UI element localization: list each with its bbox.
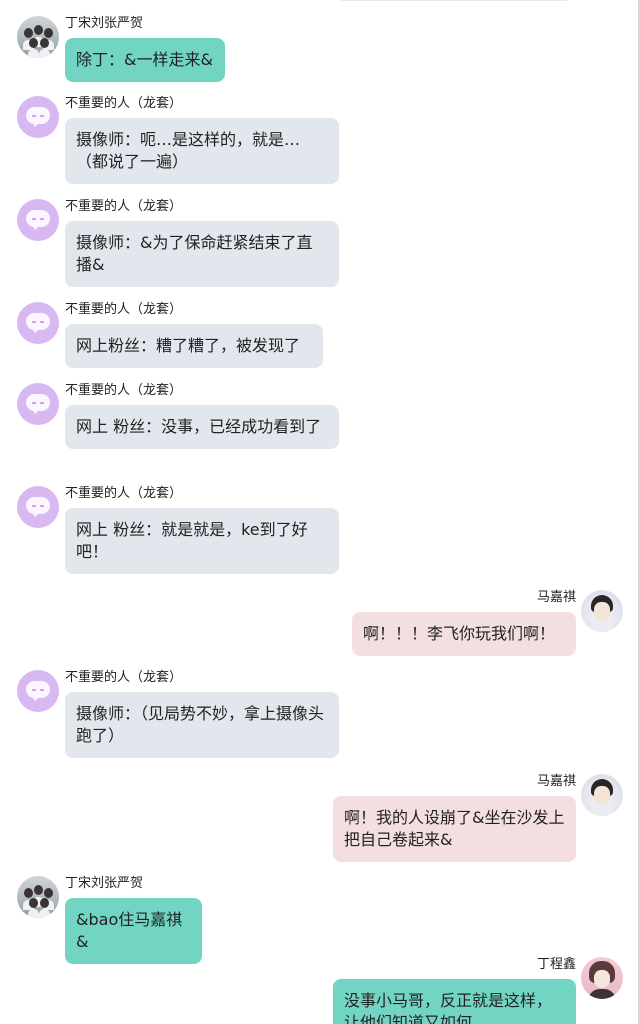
message-bubble[interactable]: 摄像师：&为了保命赶紧结束了直播& — [65, 221, 339, 287]
message-bubble[interactable]: 除丁：&一样走来& — [65, 38, 225, 82]
sender-name: 不重要的人（龙套） — [65, 199, 183, 214]
sender-name: 丁宋刘张严贺 — [65, 16, 144, 31]
message-bubble[interactable]: 啊！！！李飞你玩我们啊！ — [352, 612, 576, 656]
sender-name: 丁宋刘张严贺 — [65, 876, 144, 891]
portrait-avatar[interactable] — [581, 774, 623, 816]
message-bubble[interactable]: 网上 粉丝：没事，已经成功看到了 — [65, 405, 339, 449]
chat-window: 丁宋刘张严贺 除丁：&一样走来& 不重要的人（龙套） 摄像师：呃…是这样的，就是… — [0, 0, 640, 1024]
sender-name: 不重要的人（龙套） — [65, 96, 183, 111]
previous-message-bubble — [338, 0, 570, 1]
chat-bubble-avatar[interactable] — [17, 96, 59, 138]
group-photo-avatar[interactable] — [17, 16, 59, 58]
sender-name: 马嘉祺 — [536, 590, 576, 605]
message-bubble[interactable]: 啊！我的人设崩了&坐在沙发上把自己卷起来& — [333, 796, 576, 862]
chat-bubble-avatar[interactable] — [17, 302, 59, 344]
sender-name: 不重要的人（龙套） — [65, 486, 183, 501]
chat-bubble-avatar[interactable] — [17, 670, 59, 712]
message-bubble[interactable]: 网上 粉丝：就是就是，ke到了好吧！ — [65, 508, 339, 574]
sender-name: 不重要的人（龙套） — [65, 302, 183, 317]
message-bubble[interactable]: 摄像师：呃…是这样的，就是…（都说了一遍） — [65, 118, 339, 184]
chat-bubble-avatar[interactable] — [17, 486, 59, 528]
chat-bubble-avatar[interactable] — [17, 199, 59, 241]
message-bubble[interactable]: 网上粉丝：糟了糟了，被发现了 — [65, 324, 323, 368]
message-bubble[interactable]: &bao住马嘉祺& — [65, 898, 202, 964]
chat-bubble-avatar[interactable] — [17, 383, 59, 425]
sender-name: 马嘉祺 — [536, 774, 576, 789]
portrait-avatar[interactable] — [581, 590, 623, 632]
sender-name: 丁程鑫 — [536, 957, 576, 972]
message-bubble[interactable]: 没事小马哥，反正就是这样，让他们知道又如何 — [333, 979, 576, 1024]
message-bubble[interactable]: 摄像师：（见局势不妙，拿上摄像头跑了） — [65, 692, 339, 758]
group-photo-avatar[interactable] — [17, 876, 59, 918]
portrait-avatar[interactable] — [581, 957, 623, 999]
sender-name: 不重要的人（龙套） — [65, 670, 183, 685]
sender-name: 不重要的人（龙套） — [65, 383, 183, 398]
